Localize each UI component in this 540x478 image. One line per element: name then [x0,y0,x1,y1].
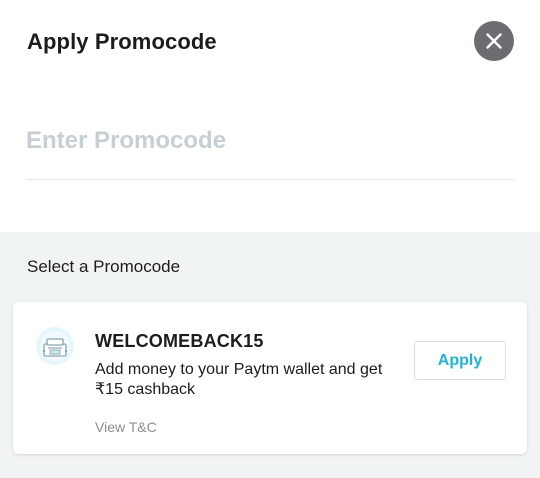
promocode-sheet: Apply Promocode Select a Promocode WELCO… [0,0,540,478]
close-button[interactable] [474,21,514,61]
promocode-input[interactable] [26,120,515,162]
wallet-icon [36,327,74,365]
close-icon [486,33,502,49]
promo-card: WELCOMEBACK15 Add money to your Paytm wa… [13,302,527,454]
view-tnc-link[interactable]: View T&C [95,419,157,435]
promo-code: WELCOMEBACK15 [95,331,264,351]
section-title: Select a Promocode [27,257,181,276]
promocode-list-section: Select a Promocode WELCOMEBACK15 Add mon… [0,232,540,478]
promo-description: Add money to your Paytm wallet and get ₹… [95,361,383,398]
page-title: Apply Promocode [27,29,217,54]
apply-button[interactable]: Apply [414,341,506,380]
promocode-header-area: Apply Promocode [0,0,540,232]
input-underline [26,179,515,180]
